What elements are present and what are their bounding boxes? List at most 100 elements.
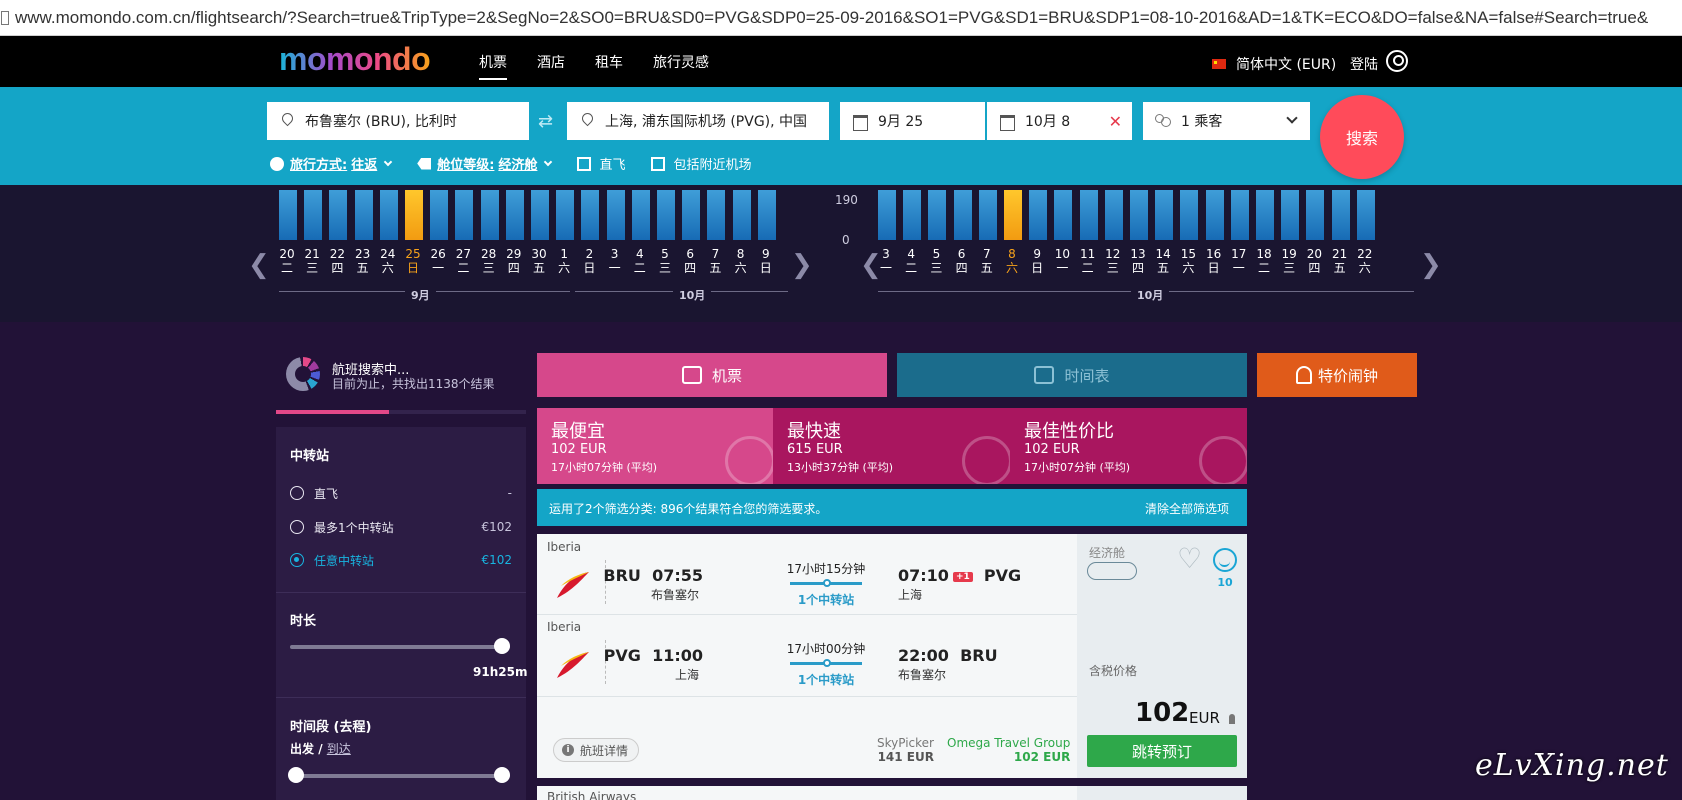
radio-icon[interactable] [290,553,304,567]
price-bar[interactable] [455,190,474,240]
sort-fastest[interactable]: 最快速 615 EUR 13小时37分钟 (平均) [773,408,1010,484]
result-card[interactable]: Iberia BRU 07:55 布鲁塞尔 17小时15分钟 1个中转站 07:… [537,534,1247,778]
sort-best-value[interactable]: 最佳性价比 102 EUR 17小时07分钟 (平均) [1010,408,1247,484]
login-link[interactable]: 登陆 [1350,54,1378,74]
calendar-day[interactable]: 14 五 [1150,247,1176,275]
slider-handle[interactable] [494,638,510,654]
price-bar[interactable] [581,190,600,240]
timeslot-arrive[interactable]: 到达 [327,742,351,756]
checkbox-icon[interactable] [577,156,592,171]
price-bar[interactable] [405,190,423,240]
calendar-day[interactable]: 9日 [1024,247,1050,275]
calendar-day[interactable]: 8六 [999,247,1025,275]
flight-details-button[interactable]: 航班详情 [553,738,640,762]
price-bar[interactable] [354,190,373,240]
clear-date-icon[interactable]: ✕ [1109,112,1122,131]
calendar-day[interactable]: 20 四 [1301,247,1327,275]
sort-cheapest[interactable]: 最便宜 102 EUR 17小时07分钟 (平均) [537,408,773,484]
price-bar[interactable] [1205,190,1224,240]
calendar-day[interactable]: 12 三 [1100,247,1126,275]
price-bar[interactable] [903,190,922,240]
nearby-airports-checkbox[interactable]: 包括附近机场 [651,154,751,173]
price-bar[interactable] [505,190,524,240]
calendar-day[interactable]: 6四 [677,247,703,275]
calendar-day[interactable]: 11 二 [1075,247,1101,275]
price-alert-button[interactable]: 特价闹钟 [1257,353,1417,397]
price-bar[interactable] [480,190,499,240]
calendar-day[interactable]: 9日 [753,247,779,275]
calendar-day[interactable]: 8六 [728,247,754,275]
price-bar[interactable] [928,190,947,240]
calendar-day[interactable]: 6四 [949,247,975,275]
timeslot-slider[interactable] [288,767,510,783]
stops-option-any[interactable]: 任意中转站 €102 [290,550,512,570]
browser-address-bar[interactable]: www.momondo.com.cn/flightsearch/?Search=… [0,0,1682,36]
price-bar[interactable] [631,190,650,240]
price-bar[interactable] [878,190,896,240]
radio-icon[interactable] [290,486,304,500]
tab-schedule[interactable]: 时间表 [897,353,1247,397]
calendar-day[interactable]: 7五 [974,247,1000,275]
clear-filters-link[interactable]: 清除全部筛选项 [1145,500,1229,517]
duration-slider[interactable] [290,638,510,654]
calendar-day[interactable]: 2日 [576,247,602,275]
calendar-day[interactable]: 21 五 [1327,247,1353,275]
swap-icon[interactable]: ⇄ [538,111,553,132]
provider-omega[interactable]: Omega Travel Group 102 EUR [947,736,1070,764]
calendar-day[interactable]: 10 一 [1049,247,1075,275]
next-week-inbound-icon[interactable]: ❯ [1420,250,1442,280]
calendar-day[interactable]: 30 五 [526,247,552,275]
price-bar[interactable] [732,190,751,240]
price-bar[interactable] [279,190,297,240]
calendar-day[interactable]: 13 四 [1125,247,1151,275]
calendar-day[interactable]: 4二 [898,247,924,275]
trip-type-select[interactable]: 旅行方式: 往返 [270,154,393,173]
tab-flights[interactable]: 机票 [537,353,887,397]
checkbox-icon[interactable] [651,156,666,171]
price-bar[interactable] [531,190,549,240]
calendar-day[interactable]: 4二 [627,247,653,275]
price-bar[interactable] [682,190,701,240]
price-bar[interactable] [1281,190,1300,240]
depart-date-field[interactable]: 9月 25 [840,102,985,140]
price-bar[interactable] [1104,190,1123,240]
calendar-day[interactable]: 27 二 [450,247,476,275]
calendar-day[interactable]: 19 三 [1276,247,1302,275]
calendar-day[interactable]: 15 六 [1175,247,1201,275]
calendar-day[interactable]: 23 五 [350,247,376,275]
price-bar[interactable] [1029,190,1048,240]
momondo-logo[interactable]: momondo [279,41,449,85]
next-week-outbound-icon[interactable]: ❯ [791,250,813,280]
price-bar[interactable] [657,190,675,240]
heart-icon[interactable]: ♡ [1177,545,1205,573]
price-bar[interactable] [1054,190,1073,240]
calendar-day[interactable]: 20 二 [274,247,300,275]
price-bar[interactable] [953,190,972,240]
calendar-day[interactable]: 5三 [652,247,678,275]
price-bar[interactable] [379,190,398,240]
price-bar[interactable] [430,190,449,240]
nav-hotels[interactable]: 酒店 [537,52,565,80]
nav-flights[interactable]: 机票 [479,52,507,80]
price-bar[interactable] [1331,190,1350,240]
price-bar[interactable] [1155,190,1174,240]
calendar-day[interactable]: 1六 [551,247,577,275]
calendar-day[interactable]: 21 三 [299,247,325,275]
price-bar[interactable] [1130,190,1148,240]
calendar-day[interactable]: 26 一 [425,247,451,275]
book-button[interactable]: 跳转预订 [1087,735,1237,767]
return-date-field[interactable]: 10月 8 ✕ [987,102,1132,140]
prev-week-inbound-icon[interactable]: ❮ [860,250,882,280]
timeslot-depart[interactable]: 出发 [290,742,314,756]
price-bar[interactable] [1230,190,1249,240]
nav-cars[interactable]: 租车 [595,52,623,80]
calendar-day[interactable]: 22 六 [1352,247,1378,275]
destination-field[interactable]: 上海, 浦东国际机场 (PVG), 中国 [567,102,829,140]
url-text[interactable]: www.momondo.com.cn/flightsearch/?Search=… [15,8,1648,28]
slider-handle-min[interactable] [288,767,304,783]
price-bar[interactable] [606,190,625,240]
price-bar[interactable] [1306,190,1325,240]
calendar-day[interactable]: 29 四 [501,247,527,275]
user-icon[interactable] [1386,50,1408,72]
result-card[interactable]: British Airways [537,786,1247,800]
